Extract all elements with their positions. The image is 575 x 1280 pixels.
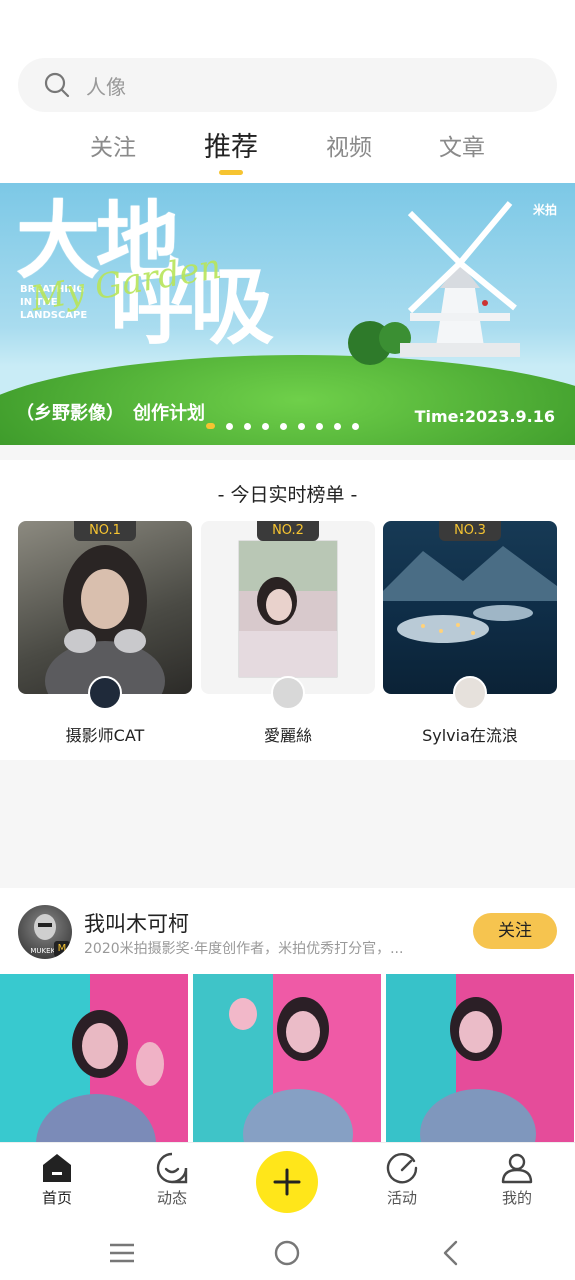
carousel-dot[interactable] — [316, 423, 323, 430]
carousel-dot[interactable] — [280, 423, 287, 430]
author-name[interactable]: 我叫木可柯 — [84, 908, 189, 938]
tab-recommend[interactable]: 推荐 — [204, 125, 258, 164]
carousel-dot[interactable] — [206, 423, 215, 429]
bottom-nav: 首页 动态 活动 我的 — [0, 1142, 575, 1222]
carousel-dots — [206, 423, 359, 430]
carousel-dot[interactable] — [352, 423, 359, 430]
search-placeholder: 人像 — [86, 74, 126, 99]
search-icon — [44, 72, 70, 98]
top-header: 人像 关注 推荐 视频 文章 — [0, 0, 575, 183]
nav-home-label: 首页 — [41, 1189, 72, 1207]
author-description: 2020米拍摄影奖·年度创作者，米拍优秀打分官，... — [84, 941, 404, 957]
ranking-name-2[interactable]: 愛麗絲 — [201, 722, 375, 746]
avatar[interactable] — [271, 676, 305, 710]
system-nav-bar — [0, 1222, 575, 1280]
profile-icon — [501, 1153, 533, 1184]
nav-profile-label: 我的 — [501, 1189, 532, 1207]
ranking-title: - 今日实时榜单 - — [217, 484, 358, 506]
creator-badge-icon: M — [54, 941, 70, 957]
ranking-section: - 今日实时榜单 - NO.1 摄影师CAT NO.2 愛麗絲 NO.3 Syl… — [0, 460, 575, 760]
carousel-dot[interactable] — [226, 423, 233, 430]
windmill-image — [348, 201, 520, 365]
back-icon[interactable] — [437, 1238, 467, 1268]
avatar[interactable] — [453, 676, 487, 710]
nav-activity[interactable]: 活动 — [362, 1143, 442, 1223]
follow-button[interactable]: 关注 — [473, 913, 557, 949]
post-photo-1[interactable] — [0, 974, 188, 1144]
carousel-dot[interactable] — [262, 423, 269, 430]
ranking-card-2[interactable] — [201, 521, 375, 694]
portrait-photo — [238, 540, 338, 678]
activity-icon — [386, 1153, 418, 1184]
rank-badge-1: NO.1 — [74, 521, 136, 541]
carousel-dot[interactable] — [298, 423, 305, 430]
banner-brand-logos: 米拍 — [532, 203, 557, 217]
create-post-button[interactable] — [256, 1151, 318, 1213]
search-bar[interactable]: 人像 — [18, 58, 557, 112]
nav-feed[interactable]: 动态 — [132, 1143, 212, 1223]
tab-follow[interactable]: 关注 — [90, 128, 136, 162]
carousel-dot[interactable] — [334, 423, 341, 430]
feed-icon — [156, 1152, 188, 1184]
home-circle-icon[interactable] — [272, 1238, 302, 1268]
menu-icon[interactable] — [107, 1238, 137, 1268]
rank-badge-3: NO.3 — [439, 521, 501, 541]
banner-date: Time:2023.9.16 — [414, 407, 555, 426]
author-avatar[interactable]: MUKEKE M — [18, 905, 72, 959]
ranking-name-3[interactable]: Sylvia在流浪 — [383, 722, 557, 746]
avatar[interactable] — [88, 676, 122, 710]
plus-icon — [273, 1168, 301, 1196]
banner-caption: （乡野影像） 创作计划 — [16, 403, 205, 424]
promo-banner[interactable]: 大地 呼吸 BREATHING IN THE LANDSCAPE My Gard… — [0, 183, 575, 445]
nav-profile[interactable]: 我的 — [477, 1143, 557, 1223]
ranking-card-3[interactable] — [383, 521, 557, 694]
home-icon — [43, 1154, 71, 1182]
nav-home[interactable]: 首页 — [17, 1143, 97, 1223]
landscape-photo — [383, 546, 557, 643]
category-tabs: 关注 推荐 视频 文章 — [0, 128, 575, 178]
active-tab-indicator — [219, 170, 243, 175]
portrait-photo — [45, 545, 165, 694]
tab-article[interactable]: 文章 — [439, 128, 485, 162]
featured-post: MUKEKE M 我叫木可柯 2020米拍摄影奖·年度创作者，米拍优秀打分官，.… — [0, 888, 575, 1144]
ranking-card-1[interactable] — [18, 521, 192, 694]
nav-activity-label: 活动 — [386, 1189, 417, 1207]
carousel-dot[interactable] — [244, 423, 251, 430]
tab-video[interactable]: 视频 — [326, 128, 372, 162]
post-photo-2[interactable] — [193, 974, 381, 1144]
nav-feed-label: 动态 — [156, 1189, 187, 1207]
ranking-name-1[interactable]: 摄影师CAT — [18, 722, 192, 746]
rank-badge-2: NO.2 — [257, 521, 319, 541]
post-photo-3[interactable] — [386, 974, 574, 1144]
